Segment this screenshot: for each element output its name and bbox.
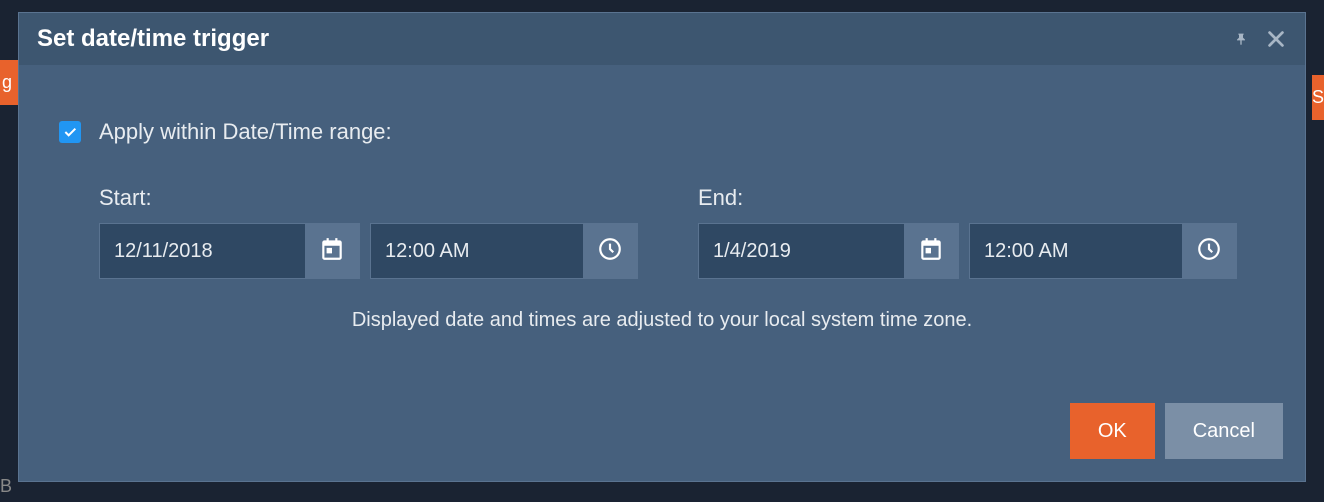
clock-icon <box>1196 236 1222 267</box>
calendar-icon <box>319 236 345 267</box>
end-time-clock-button[interactable] <box>1182 224 1236 278</box>
start-time-clock-button[interactable] <box>583 224 637 278</box>
apply-range-row: Apply within Date/Time range: <box>59 119 1265 145</box>
start-label: Start: <box>99 185 638 211</box>
calendar-icon <box>918 236 944 267</box>
end-time-combo <box>969 223 1237 279</box>
modal-footer: OK Cancel <box>19 403 1305 481</box>
start-date-combo <box>99 223 360 279</box>
end-date-calendar-button[interactable] <box>904 224 958 278</box>
date-time-trigger-modal: Set date/time trigger Apply within Date/… <box>18 12 1306 482</box>
start-date-input[interactable] <box>100 224 305 278</box>
apply-range-checkbox[interactable] <box>59 121 81 143</box>
start-date-calendar-button[interactable] <box>305 224 359 278</box>
end-date-combo <box>698 223 959 279</box>
modal-title: Set date/time trigger <box>37 25 269 53</box>
end-label: End: <box>698 185 1237 211</box>
end-time-input[interactable] <box>970 224 1182 278</box>
start-group: Start: <box>99 185 638 279</box>
modal-body: Apply within Date/Time range: Start: <box>19 65 1305 403</box>
start-time-input[interactable] <box>371 224 583 278</box>
background-fragment-bottom: B <box>0 476 12 497</box>
date-range-row: Start: <box>59 185 1265 279</box>
modal-header-icons <box>1233 28 1287 50</box>
timezone-note: Displayed date and times are adjusted to… <box>59 309 1265 332</box>
clock-icon <box>597 236 623 267</box>
end-inputs <box>698 223 1237 279</box>
cancel-button[interactable]: Cancel <box>1165 403 1283 459</box>
end-date-input[interactable] <box>699 224 904 278</box>
background-fragment-right: S <box>1312 75 1324 120</box>
end-group: End: <box>698 185 1237 279</box>
pin-icon[interactable] <box>1233 31 1249 47</box>
modal-header: Set date/time trigger <box>19 13 1305 65</box>
start-time-combo <box>370 223 638 279</box>
start-inputs <box>99 223 638 279</box>
close-icon[interactable] <box>1265 28 1287 50</box>
ok-button[interactable]: OK <box>1070 403 1155 459</box>
background-fragment-left: g <box>0 60 18 105</box>
apply-range-label: Apply within Date/Time range: <box>99 119 392 145</box>
